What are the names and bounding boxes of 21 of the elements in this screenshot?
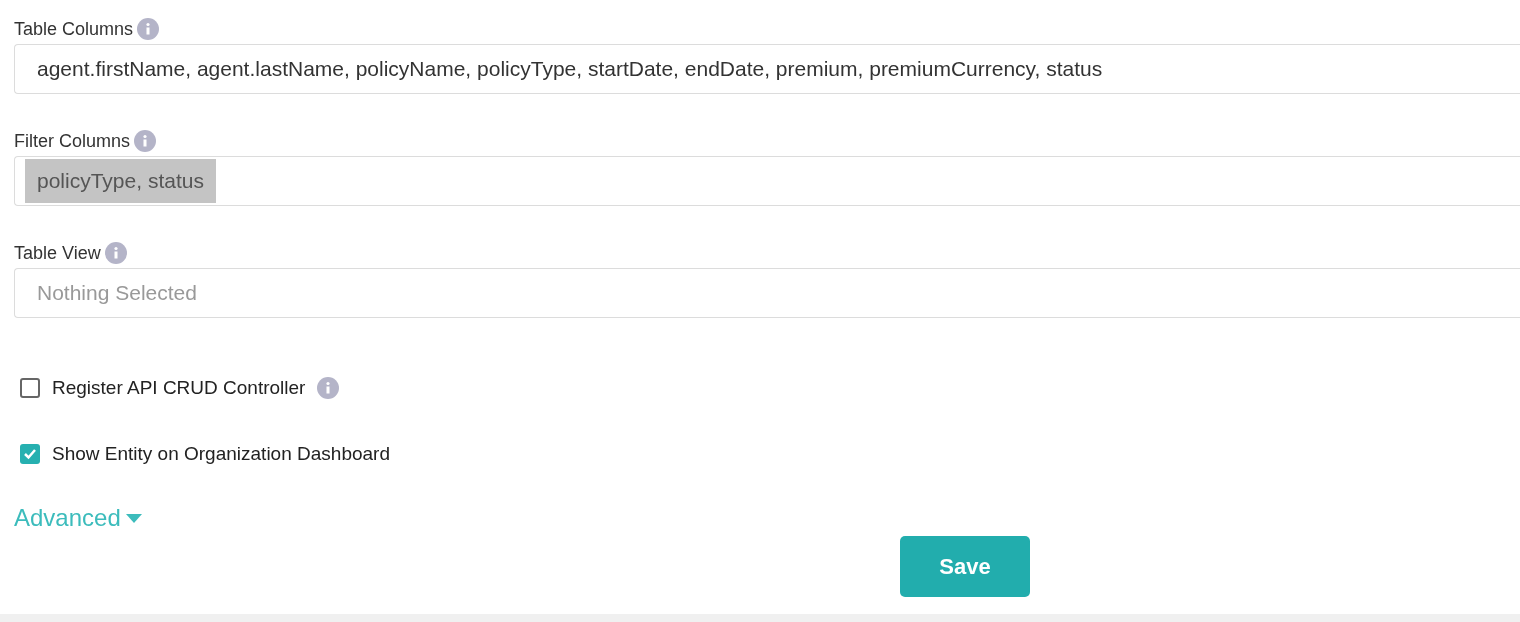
info-icon [134,130,157,152]
field-label: Table Columns [14,17,134,41]
checkbox-label: Show Entity on Organization Dashboard [52,441,390,466]
input-field[interactable]: policyType, status [14,156,1520,206]
field-label: Table View [14,241,101,265]
field-value: agent.firstName, agent.lastName, policyName, policyType, startDate, endDate, premium, premiumCurrency, status [36,56,1104,83]
input-field[interactable]: Nothing Selected [14,268,1520,318]
checkbox[interactable] [20,378,40,398]
info-icon [104,242,127,264]
info-icon [317,377,340,399]
checkmark-icon [23,447,37,461]
input-field[interactable]: agent.firstName, agent.lastName, policyName, policyType, startDate, endDate, premium, premiumCurrency, status [14,44,1520,94]
field-value: policyType, status [25,159,216,203]
info-icon [137,18,160,40]
checkbox-label: Register API CRUD Controller [52,375,306,400]
checkbox[interactable] [20,444,40,464]
field-label: Filter Columns [14,129,131,153]
placeholder-text: Nothing Selected [36,280,198,307]
caret-icon [124,512,143,524]
advanced-toggle[interactable]: Advanced [14,500,143,536]
save-button[interactable]: Save [900,536,1030,597]
